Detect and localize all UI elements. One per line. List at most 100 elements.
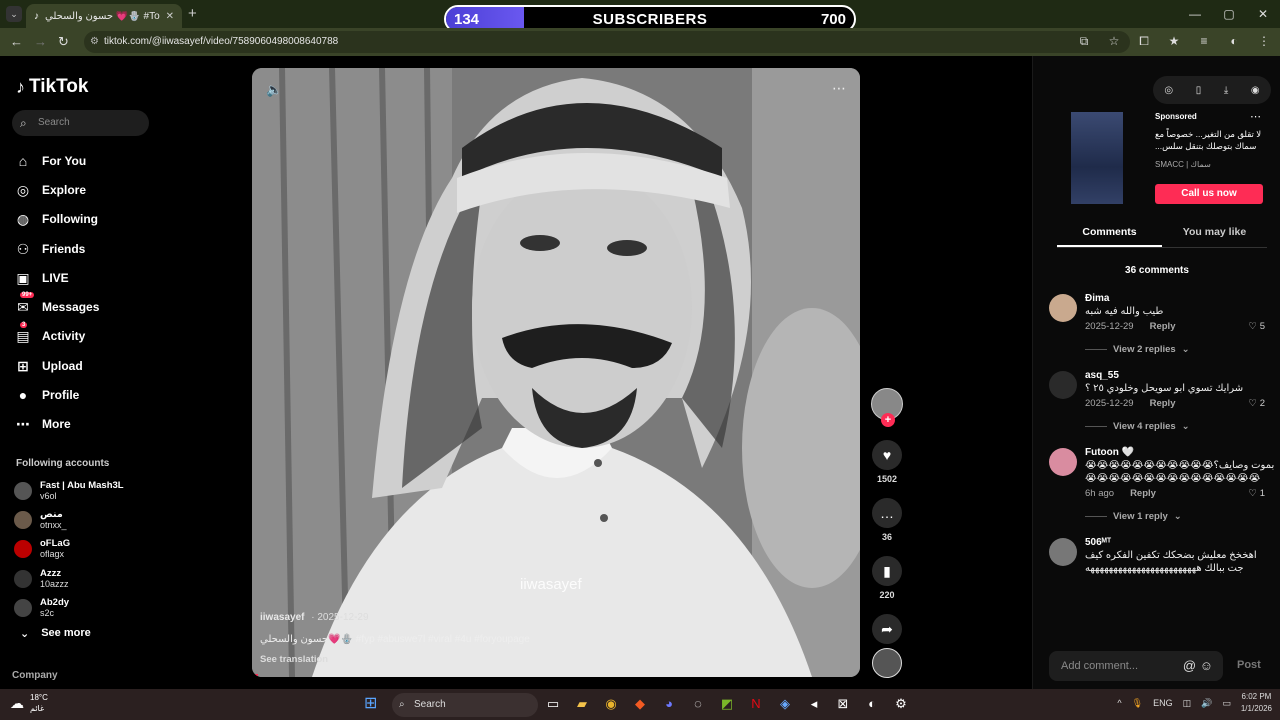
post-button[interactable]: Post	[1237, 659, 1261, 671]
comment-like-button[interactable]: ♡ 5	[1249, 321, 1265, 332]
comment-like-button[interactable]: ♡ 2	[1249, 398, 1265, 409]
comment-icon[interactable]: …	[872, 498, 902, 528]
profile-circle-icon[interactable]: ◉	[1251, 85, 1260, 96]
install-app-icon[interactable]: ⧉	[1076, 34, 1092, 49]
video-username[interactable]: iiwasayef	[260, 612, 304, 623]
brave-icon[interactable]: ◆	[631, 693, 649, 715]
avatar[interactable]	[1049, 448, 1077, 476]
search-input[interactable]: ⌕ Search	[12, 110, 149, 136]
close-window-button[interactable]: ✕	[1246, 0, 1280, 28]
avatar[interactable]	[1049, 538, 1077, 566]
microphone-icon[interactable]: 🎙	[1132, 698, 1143, 709]
comment-action[interactable]: … 36	[870, 498, 904, 542]
following-account[interactable]: منص otnxx_	[14, 505, 124, 534]
language-indicator[interactable]: ENG	[1153, 698, 1173, 708]
close-tab-icon[interactable]: ✕	[166, 11, 174, 22]
volume-icon[interactable]: 🔈	[266, 82, 282, 98]
avatar[interactable]	[1049, 294, 1077, 322]
comment-username[interactable]: Đima	[1085, 292, 1275, 305]
reply-button[interactable]: Reply	[1150, 321, 1176, 335]
avatar[interactable]	[14, 510, 32, 529]
download-icon[interactable]: ⤓	[1224, 85, 1228, 96]
battery-icon[interactable]: ▭	[1222, 698, 1231, 709]
mobile-icon[interactable]: ▯	[1196, 85, 1202, 96]
compass-icon[interactable]: ◎	[1164, 85, 1173, 96]
video-more-icon[interactable]: ⋯	[832, 80, 846, 97]
view-replies-button[interactable]: View 2 replies ⌄	[1085, 344, 1275, 355]
follow-plus-icon[interactable]: +	[881, 413, 895, 427]
nvidia-icon[interactable]: ◩	[718, 693, 736, 715]
sidebar-item-explore[interactable]: ◎ Explore	[14, 175, 99, 204]
new-tab-button[interactable]: +	[188, 5, 197, 22]
view-replies-button[interactable]: View 1 reply ⌄	[1085, 511, 1275, 522]
reply-button[interactable]: Reply	[1150, 398, 1176, 412]
clock[interactable]: 6:02 PM 1/1/2026	[1241, 691, 1272, 715]
minimize-button[interactable]: —	[1178, 0, 1212, 28]
tiktok-logo[interactable]: ♪ TikTok	[16, 76, 88, 98]
video-author[interactable]: iiwasayef · 2025-12-29	[260, 612, 369, 623]
video-progress-bar[interactable]	[252, 674, 259, 677]
following-account[interactable]: Azzz 10azzz	[14, 564, 124, 593]
netflix-icon[interactable]: N	[747, 693, 765, 715]
sidebar-item-for-you[interactable]: ⌂ For You	[14, 146, 99, 175]
sidebar-item-upload[interactable]: ⊞ Upload	[14, 351, 99, 380]
emoji-icon[interactable]: ☺	[1200, 658, 1213, 673]
bookmark-star-icon[interactable]: ☆	[1106, 34, 1122, 49]
ad-more-icon[interactable]: ⋯	[1250, 110, 1261, 123]
steam-icon[interactable]: ◐	[863, 693, 881, 715]
save-action[interactable]: ▮ 220	[870, 556, 904, 600]
sponsored-ad[interactable]: Sponsored ⋯ لا تقلق من التغير... خصوصاً …	[1051, 110, 1267, 206]
taskbar-search[interactable]: ⌕ Search	[392, 693, 538, 717]
avatar[interactable]	[14, 598, 32, 617]
volume-tray-icon[interactable]: 🔊	[1201, 698, 1212, 709]
music-disc-avatar[interactable]	[872, 648, 902, 678]
video-player[interactable]: 🔈 ⋯ iiwasayef iiwasayef · 2025-12-29 حسو…	[252, 68, 860, 677]
sidebar-item-messages[interactable]: ✉ 99+ Messages	[14, 292, 99, 321]
see-more-button[interactable]: ⌄ See more	[20, 627, 91, 640]
maximize-button[interactable]: ▢	[1212, 0, 1246, 28]
tray-chevron-icon[interactable]: ^	[1117, 698, 1121, 708]
mention-icon[interactable]: @	[1183, 658, 1196, 673]
heart-icon[interactable]: ♥	[872, 440, 902, 470]
sidebar-item-live[interactable]: ▣ LIVE	[14, 263, 99, 292]
see-translation-button[interactable]: See translation	[260, 654, 328, 665]
back-arrow-icon[interactable]: ←	[10, 34, 23, 49]
tab-comments[interactable]: Comments	[1057, 226, 1162, 247]
xbox-icon[interactable]: ⊠	[834, 693, 852, 715]
sidebar-item-activity[interactable]: ▤ 3 Activity	[14, 321, 99, 351]
view-replies-button[interactable]: View 4 replies ⌄	[1085, 421, 1275, 432]
avatar[interactable]	[1049, 371, 1077, 399]
avatar[interactable]	[14, 540, 32, 559]
forward-arrow-icon[interactable]: →	[34, 34, 47, 49]
task-view-icon[interactable]: ▭	[544, 693, 562, 715]
creator-avatar[interactable]: +	[871, 388, 903, 427]
bookmark-icon[interactable]: ▮	[872, 556, 902, 586]
app-arrow-icon[interactable]: ◂	[805, 693, 823, 715]
add-comment-input[interactable]: Add comment... @ ☺	[1049, 651, 1223, 681]
app-diamond-icon[interactable]: ◈	[776, 693, 794, 715]
reload-icon[interactable]: ↻	[58, 34, 69, 50]
like-action[interactable]: ♥ 1502	[870, 440, 904, 484]
reply-button[interactable]: Reply	[1130, 488, 1156, 502]
network-icon[interactable]: ◫	[1183, 698, 1192, 709]
sidebar-item-friends[interactable]: ⚇ Friends	[14, 234, 99, 263]
url-field[interactable]: ⚙ tiktok.com/@iiwasayef/video/7589060498…	[84, 31, 1130, 53]
menu-kebab-icon[interactable]: ⋮	[1256, 34, 1272, 49]
tab-list-button[interactable]: ⌄	[6, 6, 22, 22]
extensions-icon[interactable]: ⧠	[1136, 34, 1152, 49]
following-account[interactable]: Ab2dy s2c	[14, 593, 124, 622]
file-explorer-icon[interactable]: ▰	[573, 693, 591, 715]
ad-thumbnail[interactable]	[1071, 112, 1123, 204]
following-account[interactable]: oFLaG oflagx	[14, 535, 124, 564]
avatar[interactable]	[14, 569, 32, 588]
app-icon[interactable]: ◌	[689, 693, 707, 715]
media-control-icon[interactable]: ≡	[1196, 34, 1212, 49]
tab-you-may-like[interactable]: You may like	[1162, 226, 1267, 247]
following-account[interactable]: Fast | Abu Mash3L v6ol	[14, 476, 124, 505]
sidebar-item-following[interactable]: ◍ Following	[14, 205, 99, 234]
settings-gear-icon[interactable]: ⚙	[892, 693, 910, 715]
avatar[interactable]	[14, 481, 32, 500]
bookmarks-icon[interactable]: ★	[1166, 34, 1182, 49]
sidebar-item-profile[interactable]: ● Profile	[14, 380, 99, 409]
share-arrow-icon[interactable]: ➦	[872, 614, 902, 644]
